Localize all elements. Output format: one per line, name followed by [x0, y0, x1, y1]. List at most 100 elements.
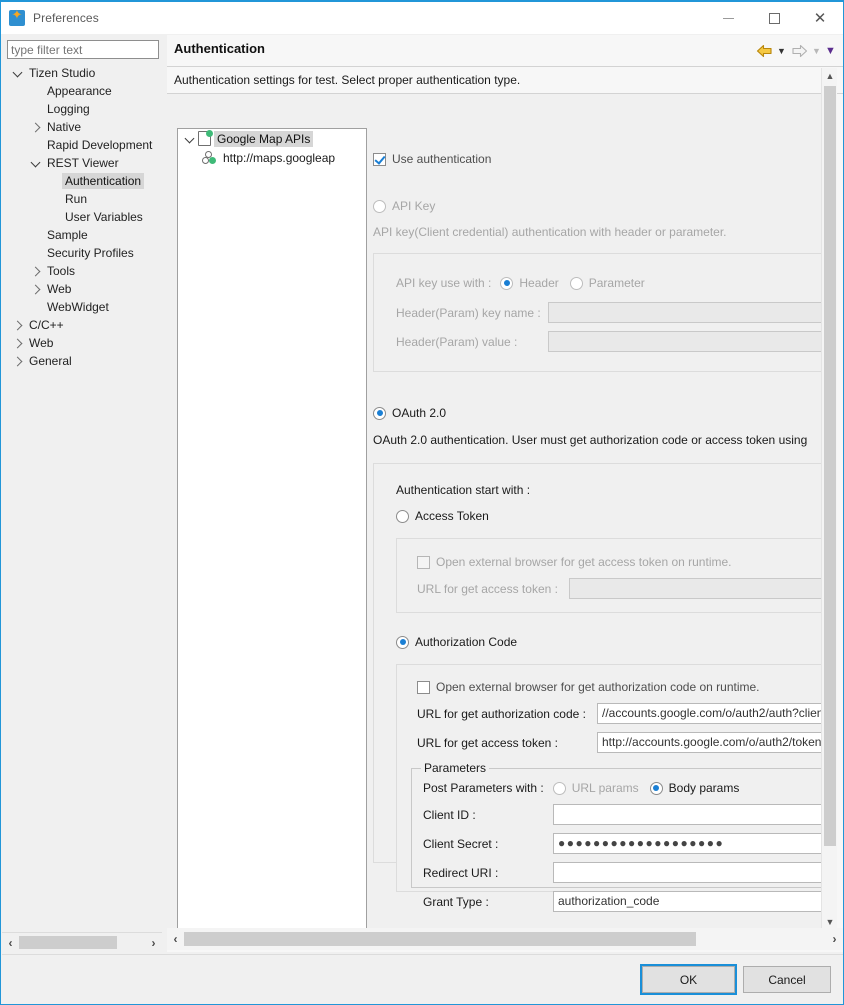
grant-type-row: Grant Type : authorization_code [423, 891, 827, 912]
api-tree-root-label: Google Map APIs [214, 130, 314, 147]
use-authentication-checkbox[interactable] [373, 152, 386, 166]
oauth-radio-row[interactable]: OAuth 2.0 [373, 406, 827, 420]
content-horizontal-scrollbar[interactable]: ‹ › [167, 928, 843, 950]
authcode-url-input[interactable]: //accounts.google.com/o/auth2/auth?clien [597, 703, 827, 724]
sidebar-item-general[interactable]: General [2, 352, 162, 370]
api-key-group: API key use with : Header Parameter Head… [373, 253, 827, 372]
sidebar-item-web-nested[interactable]: Web [2, 280, 162, 298]
sidebar-item-label: Rapid Development [47, 138, 153, 152]
access-token-url-input[interactable] [569, 578, 827, 599]
redirect-uri-row: Redirect URI : [423, 862, 827, 883]
scroll-right-icon[interactable]: › [145, 933, 162, 953]
access-token-open-browser-checkbox[interactable] [417, 555, 430, 569]
url-params-radio[interactable] [552, 781, 566, 795]
sidebar-item-sample[interactable]: Sample [2, 226, 162, 244]
minimize-button[interactable] [705, 2, 751, 34]
back-arrow-icon[interactable] [754, 42, 774, 60]
scrollbar-thumb[interactable] [184, 932, 696, 946]
chevron-right-icon[interactable] [28, 281, 44, 297]
client-secret-input[interactable]: ●●●●●●●●●●●●●●●●●●● [553, 833, 827, 854]
divider [167, 66, 843, 67]
grant-type-input[interactable]: authorization_code [553, 891, 827, 912]
forward-arrow-icon[interactable] [789, 42, 809, 60]
api-key-parameter-radio[interactable] [569, 276, 583, 290]
filter-input[interactable] [7, 40, 159, 59]
chevron-down-icon[interactable] [10, 65, 26, 81]
api-key-use-with-row[interactable]: API key use with : Header Parameter [396, 276, 827, 290]
chevron-right-icon[interactable] [10, 335, 26, 351]
sidebar-item-native[interactable]: Native [2, 118, 162, 136]
authorization-code-label: Authorization Code [415, 635, 518, 649]
sidebar-item-rest-viewer[interactable]: REST Viewer [2, 154, 162, 172]
sidebar-item-user-variables[interactable]: User Variables [2, 208, 162, 226]
scrollbar-thumb[interactable] [824, 86, 836, 846]
sidebar-item-tools[interactable]: Tools [2, 262, 162, 280]
sidebar-item-run[interactable]: Run [2, 190, 162, 208]
api-key-value-label: Header(Param) value : [396, 334, 518, 349]
sidebar-item-security-profiles[interactable]: Security Profiles [2, 244, 162, 262]
chevron-right-icon[interactable] [28, 119, 44, 135]
access-token-radio[interactable] [396, 509, 409, 523]
scroll-left-icon[interactable]: ‹ [2, 933, 19, 953]
scrollbar-thumb[interactable] [19, 936, 117, 949]
sidebar-item-appearance[interactable]: Appearance [2, 82, 162, 100]
oauth-radio[interactable] [373, 406, 386, 420]
window-title: Preferences [33, 11, 99, 25]
scroll-up-icon[interactable]: ▲ [822, 68, 838, 84]
close-icon: ✕ [813, 9, 827, 27]
post-parameters-row[interactable]: Post Parameters with : URL params Body p… [423, 781, 827, 795]
sidebar-item-web[interactable]: Web [2, 334, 162, 352]
authorization-code-radio-row[interactable]: Authorization Code [396, 635, 827, 649]
sidebar-item-authentication[interactable]: Authentication [2, 172, 162, 190]
use-authentication-checkbox-row[interactable]: Use authentication [373, 152, 827, 166]
api-key-header-radio[interactable] [500, 276, 514, 290]
preferences-tree[interactable]: Tizen Studio Appearance Logging Native R… [2, 64, 162, 930]
sidebar-item-label: Sample [47, 228, 88, 242]
url-params-label: URL params [571, 781, 639, 795]
api-key-radio-row[interactable]: API Key [373, 199, 827, 213]
authorization-code-radio[interactable] [396, 635, 409, 649]
sidebar-item-c-cpp[interactable]: C/C++ [2, 316, 162, 334]
api-tree-child[interactable]: http://maps.googleap [178, 148, 366, 167]
chevron-right-icon[interactable] [28, 263, 44, 279]
chevron-right-icon[interactable] [10, 353, 26, 369]
redirect-uri-input[interactable] [553, 862, 827, 883]
client-id-input[interactable] [553, 804, 827, 825]
sidebar-item-logging[interactable]: Logging [2, 100, 162, 118]
title-bar: Preferences ✕ [1, 2, 843, 34]
cancel-button[interactable]: Cancel [743, 966, 831, 993]
sidebar-horizontal-scrollbar[interactable]: ‹ › [2, 932, 162, 952]
content-vertical-scrollbar[interactable]: ▲ ▼ [821, 68, 837, 930]
client-secret-row: Client Secret : ●●●●●●●●●●●●●●●●●●● [423, 833, 827, 854]
sidebar-item-rapid-development[interactable]: Rapid Development [2, 136, 162, 154]
api-tree-root[interactable]: Google Map APIs [178, 129, 366, 148]
access-token-open-browser-row[interactable]: Open external browser for get access tok… [417, 555, 827, 569]
api-key-keyname-input[interactable] [548, 302, 827, 323]
sidebar-item-tizen-studio[interactable]: Tizen Studio [2, 64, 162, 82]
back-history-chevron-down-icon[interactable]: ▼ [775, 42, 788, 60]
view-menu-chevron-down-icon[interactable]: ▼ [824, 42, 837, 60]
forward-history-chevron-down-icon[interactable]: ▼ [810, 42, 823, 60]
ok-button[interactable]: OK [640, 964, 737, 995]
spacer-icon [46, 173, 62, 189]
scroll-right-icon[interactable]: › [826, 929, 843, 949]
chevron-down-icon[interactable] [182, 131, 198, 147]
maximize-button[interactable] [751, 2, 797, 34]
sidebar-item-label: General [29, 354, 72, 368]
chevron-right-icon[interactable] [10, 317, 26, 333]
sidebar-item-webwidget[interactable]: WebWidget [2, 298, 162, 316]
api-key-radio[interactable] [373, 199, 386, 213]
api-tree[interactable]: Google Map APIs http://maps.googleap [177, 128, 367, 932]
body-params-radio[interactable] [649, 781, 663, 795]
token-url-input[interactable]: http://accounts.google.com/o/auth2/token [597, 732, 827, 753]
chevron-down-icon[interactable] [28, 155, 44, 171]
access-token-radio-row[interactable]: Access Token [396, 509, 827, 523]
access-token-label: Access Token [415, 509, 489, 523]
close-button[interactable]: ✕ [797, 2, 843, 34]
authcode-open-browser-row[interactable]: Open external browser for get authorizat… [417, 680, 827, 694]
window-controls: ✕ [705, 2, 843, 34]
api-key-value-input[interactable] [548, 331, 827, 352]
authcode-open-browser-checkbox[interactable] [417, 680, 430, 694]
scroll-left-icon[interactable]: ‹ [167, 929, 184, 949]
token-url-row: URL for get access token : http://accoun… [417, 732, 827, 753]
